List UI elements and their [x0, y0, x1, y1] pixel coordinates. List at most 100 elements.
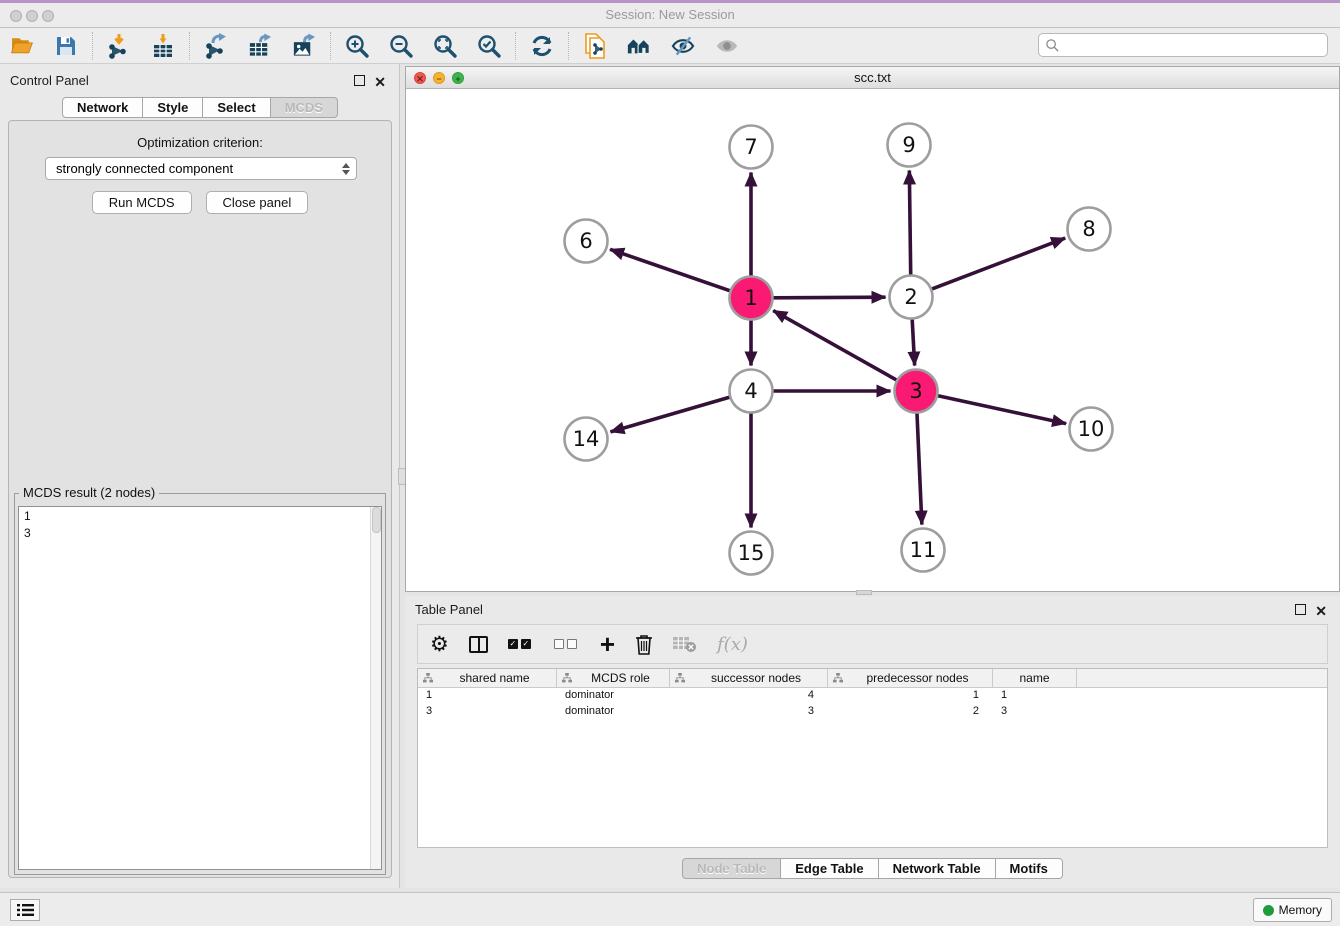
search-input[interactable]: [1060, 36, 1327, 54]
export-network-icon[interactable]: [203, 33, 229, 59]
table-cell[interactable]: 3: [993, 704, 1077, 720]
graph-edge-1-6[interactable]: [610, 249, 730, 290]
table-cell[interactable]: 1: [993, 688, 1077, 704]
network-view-window: ✕ − + scc.txt 7968124314101511: [405, 66, 1340, 592]
close-view-icon[interactable]: ✕: [414, 72, 426, 84]
graph-node-label-8: 8: [1082, 217, 1095, 241]
graph-edge-3-10[interactable]: [938, 396, 1066, 424]
table-cell[interactable]: dominator: [557, 688, 670, 704]
column-header[interactable]: predecessor nodes: [828, 669, 993, 687]
table-cell[interactable]: 1: [828, 688, 993, 704]
column-header[interactable]: successor nodes: [670, 669, 828, 687]
graph-node-label-14: 14: [573, 427, 600, 451]
export-table-icon[interactable]: [247, 33, 273, 59]
table-panel: Table Panel ✕ ⚙ ✓✓ + f(x) shared nameMCD…: [405, 596, 1340, 888]
clone-network-icon[interactable]: [582, 33, 608, 59]
minimize-window-icon[interactable]: [26, 10, 38, 22]
open-session-icon[interactable]: [9, 33, 35, 59]
table-row[interactable]: 1dominator411: [418, 688, 1327, 704]
task-history-button[interactable]: [10, 899, 40, 921]
close-table-panel-icon[interactable]: ✕: [1315, 603, 1327, 619]
tab-network-table[interactable]: Network Table: [879, 858, 996, 879]
select-all-icon[interactable]: ✓✓: [508, 632, 534, 656]
tab-edge-table[interactable]: Edge Table: [781, 858, 878, 879]
table-toolbar: ⚙ ✓✓ + f(x): [417, 624, 1328, 664]
column-header[interactable]: MCDS role: [557, 669, 670, 687]
result-scrollbar[interactable]: [370, 507, 381, 869]
graph-node-label-4: 4: [744, 379, 757, 403]
apply-layout-icon[interactable]: [529, 33, 555, 59]
table-cell[interactable]: 1: [418, 688, 557, 704]
tab-select[interactable]: Select: [203, 97, 270, 118]
save-session-icon[interactable]: [53, 33, 79, 59]
status-bar: Memory: [0, 892, 1340, 926]
table-cell[interactable]: 3: [670, 704, 828, 720]
tab-network[interactable]: Network: [62, 97, 143, 118]
memory-button[interactable]: Memory: [1253, 898, 1332, 922]
import-network-icon[interactable]: [106, 33, 132, 59]
deselect-all-icon[interactable]: [554, 632, 580, 656]
table-settings-icon[interactable]: ⚙: [430, 632, 449, 656]
maximize-view-icon[interactable]: +: [452, 72, 464, 84]
tab-style[interactable]: Style: [143, 97, 203, 118]
toolbar-separator: [330, 32, 331, 60]
close-window-icon[interactable]: [10, 10, 22, 22]
show-columns-icon[interactable]: [469, 632, 488, 656]
show-all-icon[interactable]: [714, 33, 740, 59]
import-table-icon[interactable]: [150, 33, 176, 59]
run-mcds-button[interactable]: Run MCDS: [92, 191, 192, 214]
maximize-window-icon[interactable]: [42, 10, 54, 22]
network-graph[interactable]: 7968124314101511: [406, 89, 1339, 591]
zoom-selected-icon[interactable]: [476, 33, 502, 59]
graph-edge-2-3[interactable]: [912, 319, 914, 365]
main-toolbar: [0, 28, 1340, 64]
search-icon: [1045, 38, 1060, 53]
zoom-in-icon[interactable]: [344, 33, 370, 59]
column-header[interactable]: name: [993, 669, 1077, 687]
graph-edge-3-11[interactable]: [917, 413, 922, 524]
mcds-result-title: MCDS result (2 nodes): [19, 485, 159, 500]
search-field[interactable]: [1038, 33, 1328, 57]
delete-icon[interactable]: [635, 632, 653, 656]
table-cell[interactable]: dominator: [557, 704, 670, 720]
network-window-titlebar[interactable]: ✕ − + scc.txt: [406, 67, 1339, 89]
graph-edge-2-9[interactable]: [909, 170, 910, 274]
zoom-fit-icon[interactable]: [432, 33, 458, 59]
network-canvas[interactable]: 7968124314101511: [406, 89, 1339, 591]
toolbar-separator: [189, 32, 190, 60]
tab-node-table[interactable]: Node Table: [682, 858, 781, 879]
minimize-view-icon[interactable]: −: [433, 72, 445, 84]
float-panel-icon[interactable]: [354, 75, 365, 86]
first-neighbors-icon[interactable]: [626, 33, 652, 59]
graph-edge-3-1[interactable]: [773, 311, 896, 380]
table-cell[interactable]: 3: [418, 704, 557, 720]
table-rows: 1dominator4113dominator323: [418, 688, 1327, 720]
column-header[interactable]: shared name: [418, 669, 557, 687]
network-view-title: scc.txt: [406, 67, 1339, 88]
tab-mcds[interactable]: MCDS: [271, 97, 338, 118]
graph-node-label-6: 6: [579, 229, 592, 253]
list-icon: [17, 903, 34, 917]
close-panel-button[interactable]: Close panel: [206, 191, 309, 214]
float-table-panel-icon[interactable]: [1295, 604, 1306, 615]
table-cell[interactable]: 2: [828, 704, 993, 720]
hide-selected-icon[interactable]: [670, 33, 696, 59]
export-image-icon[interactable]: [291, 33, 317, 59]
mcds-result-values: 1 3: [19, 507, 381, 543]
add-icon[interactable]: +: [600, 632, 615, 656]
graph-edge-1-2[interactable]: [773, 297, 885, 298]
table-cell[interactable]: 4: [670, 688, 828, 704]
table-row[interactable]: 3dominator323: [418, 704, 1327, 720]
dropdown-stepper-icon: [342, 163, 350, 175]
mcds-result-textarea[interactable]: 1 3: [18, 506, 382, 870]
tab-motifs[interactable]: Motifs: [996, 858, 1063, 879]
zoom-out-icon[interactable]: [388, 33, 414, 59]
splitter-grip-horizontal[interactable]: [856, 590, 872, 595]
graph-node-label-1: 1: [744, 286, 757, 310]
graph-edge-2-8[interactable]: [932, 238, 1065, 289]
graph-edge-4-14[interactable]: [610, 397, 729, 432]
graph-node-label-2: 2: [904, 285, 917, 309]
close-panel-icon[interactable]: ✕: [374, 74, 386, 90]
node-table[interactable]: shared nameMCDS rolesuccessor nodesprede…: [417, 668, 1328, 848]
criterion-dropdown[interactable]: strongly connected component: [45, 157, 357, 180]
